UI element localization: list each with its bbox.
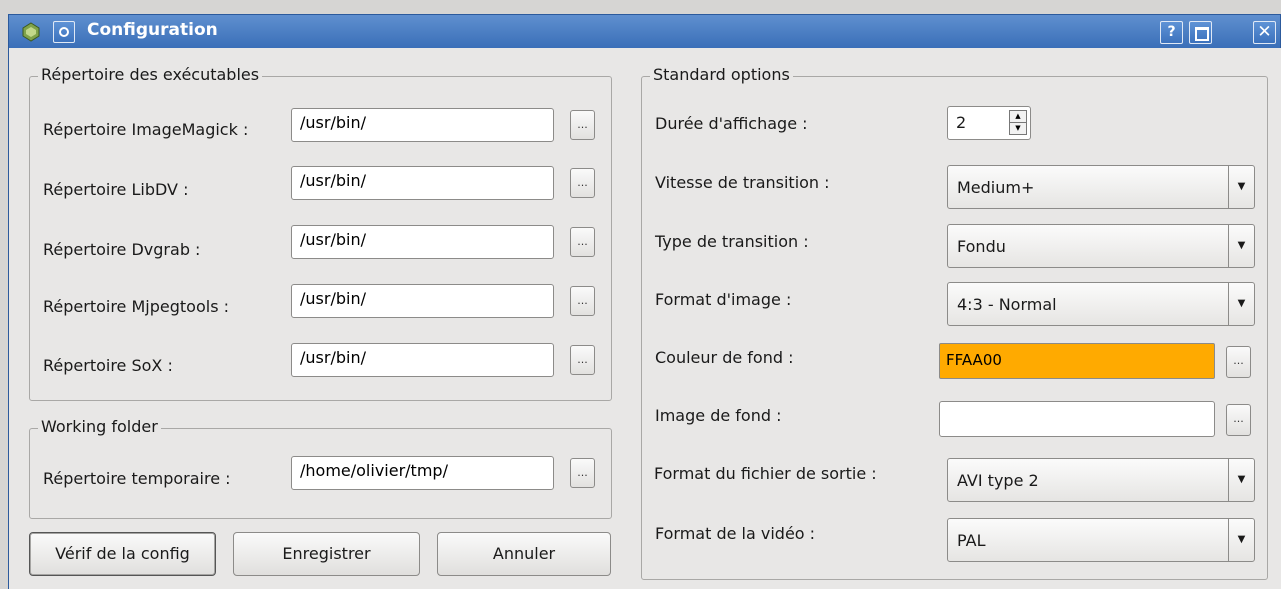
- chevron-down-icon[interactable]: ▼: [1228, 459, 1254, 501]
- video-format-select[interactable]: PAL ▼: [947, 518, 1255, 562]
- video-format-label: Format de la vidéo :: [655, 524, 816, 543]
- dvgrab-label: Répertoire Dvgrab :: [43, 240, 201, 259]
- imagemagick-path-field[interactable]: /usr/bin/: [291, 108, 554, 142]
- duration-value: 2: [956, 113, 967, 132]
- video-format-value: PAL: [957, 531, 986, 550]
- mjpegtools-path-field[interactable]: /usr/bin/: [291, 284, 554, 318]
- sox-path-field[interactable]: /usr/bin/: [291, 343, 554, 377]
- speed-select[interactable]: Medium+ ▼: [947, 165, 1255, 209]
- sox-label: Répertoire SoX :: [43, 356, 173, 375]
- sox-browse-button[interactable]: ...: [570, 345, 595, 375]
- temp-dir-browse-button[interactable]: ...: [570, 458, 595, 488]
- output-format-value: AVI type 2: [957, 471, 1039, 490]
- image-format-label: Format d'image :: [655, 290, 792, 309]
- transition-select[interactable]: Fondu ▼: [947, 224, 1255, 268]
- speed-value: Medium+: [957, 178, 1035, 197]
- imagemagick-label: Répertoire ImageMagick :: [43, 120, 249, 139]
- standard-options-legend: Standard options: [650, 65, 793, 85]
- window-title: Configuration: [87, 20, 218, 40]
- bg-color-label: Couleur de fond :: [655, 348, 794, 367]
- working-folder-legend: Working folder: [38, 417, 161, 437]
- bg-color-browse-button[interactable]: ...: [1226, 346, 1251, 378]
- libdv-path-field[interactable]: /usr/bin/: [291, 166, 554, 200]
- bg-image-browse-button[interactable]: ...: [1226, 404, 1251, 436]
- chevron-down-icon[interactable]: ▼: [1228, 519, 1254, 561]
- transition-label: Type de transition :: [655, 232, 809, 251]
- chevron-down-icon[interactable]: ▼: [1228, 283, 1254, 325]
- libdv-label: Répertoire LibDV :: [43, 180, 189, 199]
- app-logo-icon: [22, 22, 40, 42]
- duration-spinbox[interactable]: 2 ▲ ▼: [947, 106, 1031, 140]
- bg-image-field[interactable]: [939, 401, 1215, 437]
- image-format-value: 4:3 - Normal: [957, 295, 1057, 314]
- spin-down-icon[interactable]: ▼: [1009, 122, 1027, 135]
- config-window: Répertoire des exécutables Répertoire Im…: [8, 48, 1281, 589]
- save-button[interactable]: Enregistrer: [233, 532, 420, 576]
- cancel-button[interactable]: Annuler: [437, 532, 611, 576]
- dvgrab-browse-button[interactable]: ...: [570, 227, 595, 257]
- bg-color-field[interactable]: FFAA00: [939, 343, 1215, 379]
- help-button[interactable]: ?: [1160, 21, 1183, 44]
- chevron-down-icon[interactable]: ▼: [1228, 166, 1254, 208]
- window-menu-button[interactable]: [53, 21, 75, 43]
- dvgrab-path-field[interactable]: /usr/bin/: [291, 225, 554, 259]
- executables-legend: Répertoire des exécutables: [38, 65, 263, 85]
- temp-dir-field[interactable]: /home/olivier/tmp/: [291, 456, 554, 490]
- check-config-button[interactable]: Vérif de la config: [29, 532, 216, 576]
- imagemagick-browse-button[interactable]: ...: [570, 110, 595, 140]
- speed-label: Vitesse de transition :: [655, 173, 830, 192]
- output-format-select[interactable]: AVI type 2 ▼: [947, 458, 1255, 502]
- chevron-down-icon[interactable]: ▼: [1228, 225, 1254, 267]
- duration-label: Durée d'affichage :: [655, 114, 808, 133]
- output-format-label: Format du fichier de sortie :: [654, 464, 877, 483]
- close-button[interactable]: ✕: [1253, 21, 1276, 44]
- libdv-browse-button[interactable]: ...: [570, 168, 595, 198]
- bg-image-label: Image de fond :: [655, 406, 782, 425]
- maximize-button[interactable]: [1189, 21, 1212, 44]
- standard-options-group: Standard options: [641, 65, 1268, 580]
- mjpegtools-label: Répertoire Mjpegtools :: [43, 297, 229, 316]
- mjpegtools-browse-button[interactable]: ...: [570, 286, 595, 316]
- temp-dir-label: Répertoire temporaire :: [43, 469, 231, 488]
- image-format-select[interactable]: 4:3 - Normal ▼: [947, 282, 1255, 326]
- title-bar[interactable]: Configuration ? ✕: [8, 14, 1281, 48]
- transition-value: Fondu: [957, 237, 1006, 256]
